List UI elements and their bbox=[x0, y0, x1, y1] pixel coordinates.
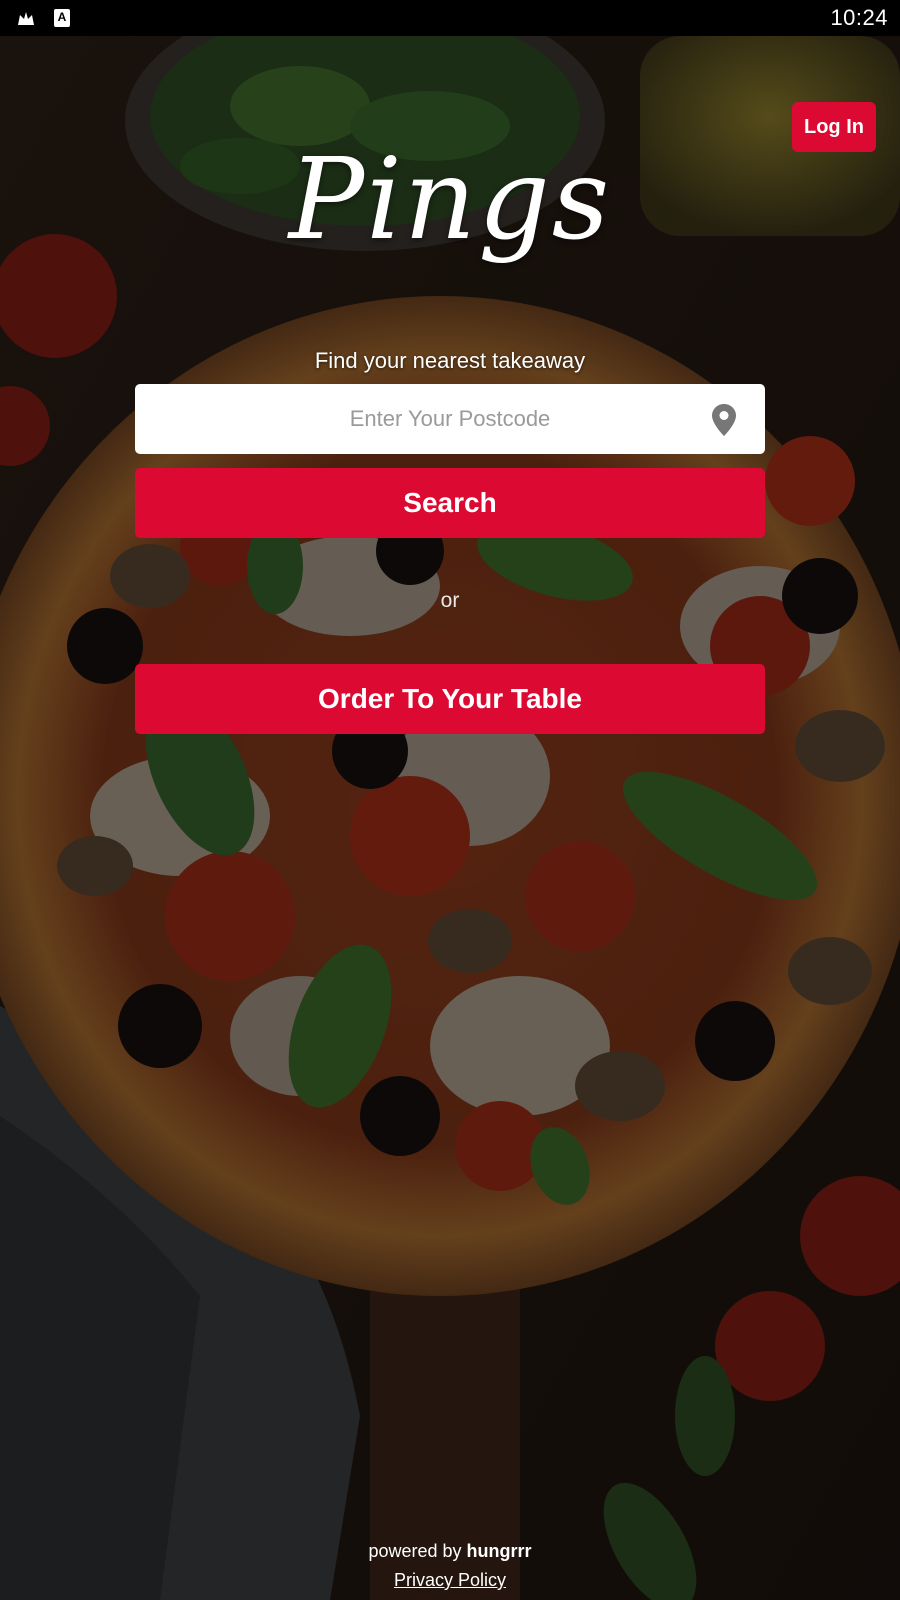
clock: 10:24 bbox=[830, 5, 888, 30]
search-button[interactable]: Search bbox=[135, 468, 765, 538]
search-tagline: Find your nearest takeaway bbox=[314, 348, 586, 373]
a-badge-icon: A bbox=[54, 9, 70, 27]
map-pin-icon[interactable] bbox=[711, 404, 737, 436]
order-to-table-button[interactable]: Order To Your Table bbox=[135, 664, 765, 734]
notification-icon bbox=[18, 12, 34, 25]
powered-by-brand: hungrrr bbox=[466, 1541, 532, 1561]
privacy-policy-link[interactable]: Privacy Policy bbox=[0, 1570, 900, 1591]
postcode-input[interactable] bbox=[135, 384, 765, 454]
background-pizza-image bbox=[0, 36, 900, 1600]
postcode-field bbox=[135, 384, 765, 454]
powered-by: powered by hungrrr bbox=[0, 1541, 900, 1562]
powered-by-label: powered by bbox=[368, 1541, 462, 1561]
brand-logo: Pings bbox=[288, 135, 612, 265]
or-divider: or bbox=[440, 589, 460, 612]
status-bar: A 10:24 bbox=[0, 0, 900, 36]
